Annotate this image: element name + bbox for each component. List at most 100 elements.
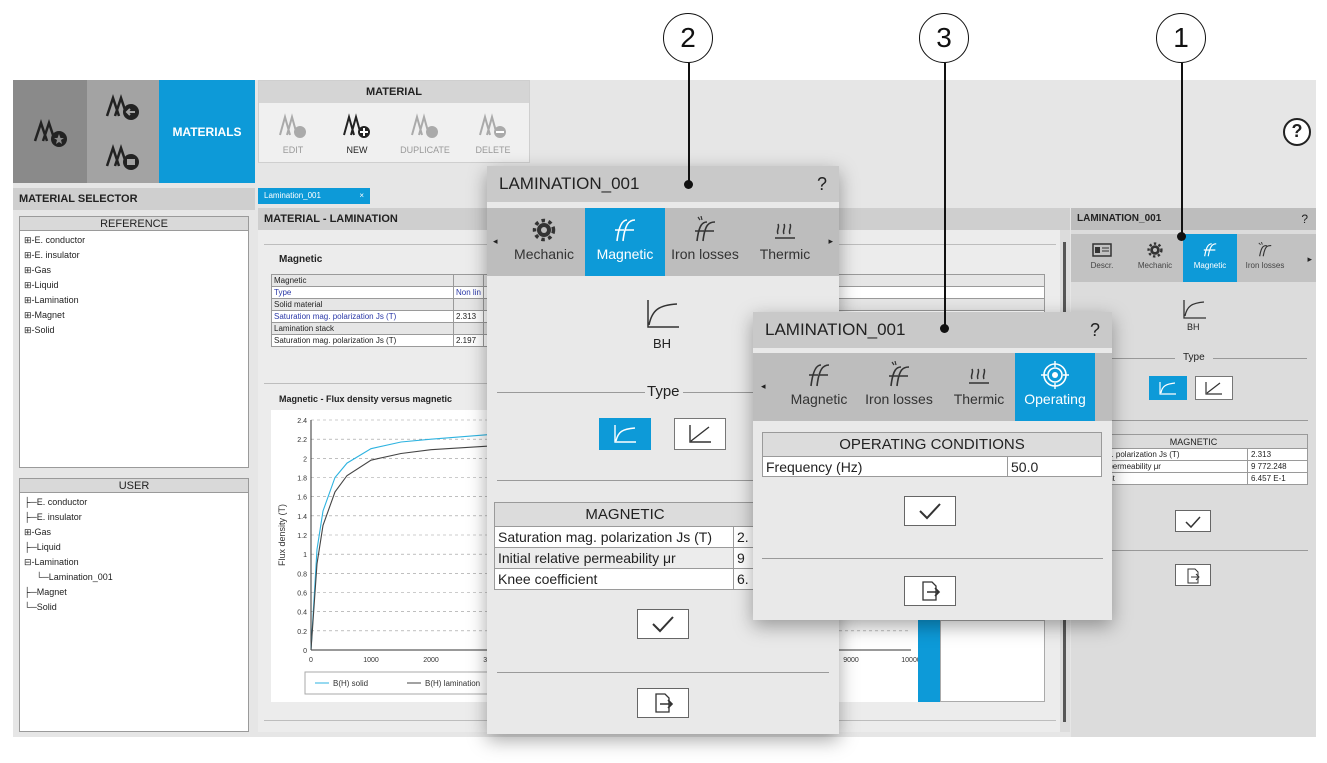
y-tick-label: 0.2: [297, 629, 307, 636]
tree-item[interactable]: ⊞-Lamination: [20, 293, 248, 308]
tree-item[interactable]: ⊞-E. conductor: [20, 233, 248, 248]
table-row: ion mag. polarization Js (T) 2.313: [1079, 448, 1308, 461]
edit-button-label: EDIT: [282, 145, 304, 155]
new-button[interactable]: NEW: [327, 105, 387, 155]
tabs-next-arrow[interactable]: ▸: [1307, 254, 1312, 265]
materials-tab[interactable]: MATERIALS: [159, 80, 255, 183]
tabs-next-arrow[interactable]: ▸: [828, 236, 833, 247]
new-icon: [343, 113, 370, 138]
tab-magnetic[interactable]: Magnetic: [585, 208, 665, 276]
tab-thermic[interactable]: Thermic: [941, 353, 1017, 421]
tree-item[interactable]: ├─Liquid: [20, 540, 248, 555]
y-tick-label: 1.2: [297, 533, 307, 540]
type-nonlinear-button[interactable]: [599, 418, 651, 450]
delete-button-label: DELETE: [475, 145, 511, 155]
callout-3: 3: [919, 13, 969, 63]
document-tab-label: Lamination_001: [264, 191, 321, 200]
tab-magnetic[interactable]: Magnetic: [779, 353, 859, 421]
material-group-title: MATERIAL: [259, 81, 529, 103]
bh-curve-icon: [615, 219, 636, 242]
exit-button[interactable]: [904, 576, 956, 606]
heat-waves-icon: [775, 223, 795, 239]
type-linear-button[interactable]: [1195, 376, 1233, 400]
materials-home-tile[interactable]: [13, 80, 87, 183]
material-star-icon: [33, 119, 67, 147]
operating-popup-help[interactable]: ?: [1090, 312, 1100, 348]
table-row: Saturation mag. polarization Js (T) 2.: [494, 526, 756, 548]
tab-operating[interactable]: Operating: [1015, 353, 1095, 421]
tree-item[interactable]: ├─E. insulator: [20, 510, 248, 525]
right-apply-button[interactable]: [1175, 510, 1211, 532]
tree-item-selected[interactable]: └─Lamination_001: [20, 570, 248, 585]
y-tick-label: 1.6: [297, 495, 307, 502]
right-exit-button[interactable]: [1175, 564, 1211, 586]
duplicate-icon: [411, 113, 438, 138]
exit-button[interactable]: [637, 688, 689, 718]
right-magnetic-table: MAGNETIC ion mag. polarization Js (T) 2.3…: [1079, 434, 1308, 485]
apply-button[interactable]: [904, 496, 956, 526]
y-tick-label: 0.6: [297, 591, 307, 598]
document-tab[interactable]: Lamination_001 ×: [258, 188, 370, 204]
material-library-tile[interactable]: [87, 132, 159, 183]
type-linear-button[interactable]: [674, 418, 726, 450]
tab-descr[interactable]: Descr.: [1079, 234, 1125, 282]
tab-magnetic[interactable]: Magnetic: [1183, 234, 1237, 282]
materials-tab-label: MATERIALS: [172, 125, 242, 139]
delete-icon: [479, 113, 506, 138]
tab-thermic[interactable]: Thermic: [745, 208, 825, 276]
apply-button[interactable]: [637, 609, 689, 639]
close-icon[interactable]: ×: [359, 188, 364, 204]
right-panel-help[interactable]: ?: [1301, 208, 1308, 230]
chart-heading: Magnetic - Flux density versus magnetic: [279, 394, 453, 404]
table-row: Knee coefficient 6.: [494, 568, 756, 590]
bh-curve-icon: [647, 300, 679, 328]
tree-item[interactable]: ⊞-Gas: [20, 263, 248, 278]
duplicate-button-label: DUPLICATE: [400, 145, 450, 155]
y-tick-label: 1: [303, 552, 307, 559]
curve-type-icon: [1159, 382, 1176, 395]
tree-item[interactable]: ⊟-Lamination: [20, 555, 248, 570]
callout-2: 2: [663, 13, 713, 63]
material-selector-title: MATERIAL SELECTOR: [13, 188, 255, 210]
checkmark-icon: [1185, 516, 1201, 529]
magnetic-popup-help[interactable]: ?: [817, 166, 827, 202]
tree-item[interactable]: ├─E. conductor: [20, 495, 248, 510]
help-button[interactable]: ?: [1283, 118, 1311, 146]
tab-iron-losses[interactable]: Iron losses: [665, 208, 745, 276]
frequency-field[interactable]: 50.0: [1007, 456, 1102, 477]
tree-item[interactable]: ⊞-Solid: [20, 323, 248, 338]
checkmark-icon: [652, 616, 674, 633]
delete-button[interactable]: DELETE: [463, 105, 523, 155]
user-tree-header: USER: [20, 479, 248, 493]
tree-item[interactable]: ⊞-Gas: [20, 525, 248, 540]
tabs-prev-arrow[interactable]: ◂: [493, 236, 498, 247]
curve-label: BH: [653, 336, 672, 351]
material-back-tile[interactable]: [87, 80, 159, 132]
operating-conditions-header: OPERATING CONDITIONS: [762, 432, 1102, 457]
type-nonlinear-button[interactable]: [1149, 376, 1187, 400]
operating-conditions-table: OPERATING CONDITIONS Frequency (Hz) 50.0: [762, 432, 1102, 477]
table-row: elative permeability μr 9 772.248: [1079, 460, 1308, 473]
tree-item[interactable]: └─Solid: [20, 600, 248, 615]
tabs-prev-arrow[interactable]: ◂: [761, 381, 766, 392]
operating-popup-tabs: ◂ Magnetic Iron losses Thermic Operating: [753, 353, 1112, 421]
tab-mechanic[interactable]: Mechanic: [503, 208, 585, 276]
tree-item[interactable]: ⊞-Liquid: [20, 278, 248, 293]
right-panel-title: LAMINATION_001 ?: [1071, 208, 1316, 230]
curve-type-icon: [614, 425, 636, 443]
tab-mechanic[interactable]: Mechanic: [1129, 234, 1181, 282]
tree-item[interactable]: ├─Magnet: [20, 585, 248, 600]
tab-iron-losses[interactable]: Iron losses: [1239, 234, 1291, 282]
bh-curve-icon: [809, 364, 830, 387]
tree-item[interactable]: ⊞-E. insulator: [20, 248, 248, 263]
bh-curve-icon: [1183, 300, 1206, 319]
user-tree: USER ├─E. conductor ├─E. insulator ⊞-Gas…: [19, 478, 249, 732]
y-tick-label: 1.4: [297, 514, 307, 521]
y-axis-label: Flux density (T): [277, 504, 287, 566]
checkmark-icon: [919, 503, 941, 520]
curve-label: BH: [1187, 322, 1200, 332]
tree-item[interactable]: ⊞-Magnet: [20, 308, 248, 323]
tab-iron-losses[interactable]: Iron losses: [857, 353, 941, 421]
duplicate-button[interactable]: DUPLICATE: [395, 105, 455, 155]
edit-button[interactable]: EDIT: [263, 105, 323, 155]
